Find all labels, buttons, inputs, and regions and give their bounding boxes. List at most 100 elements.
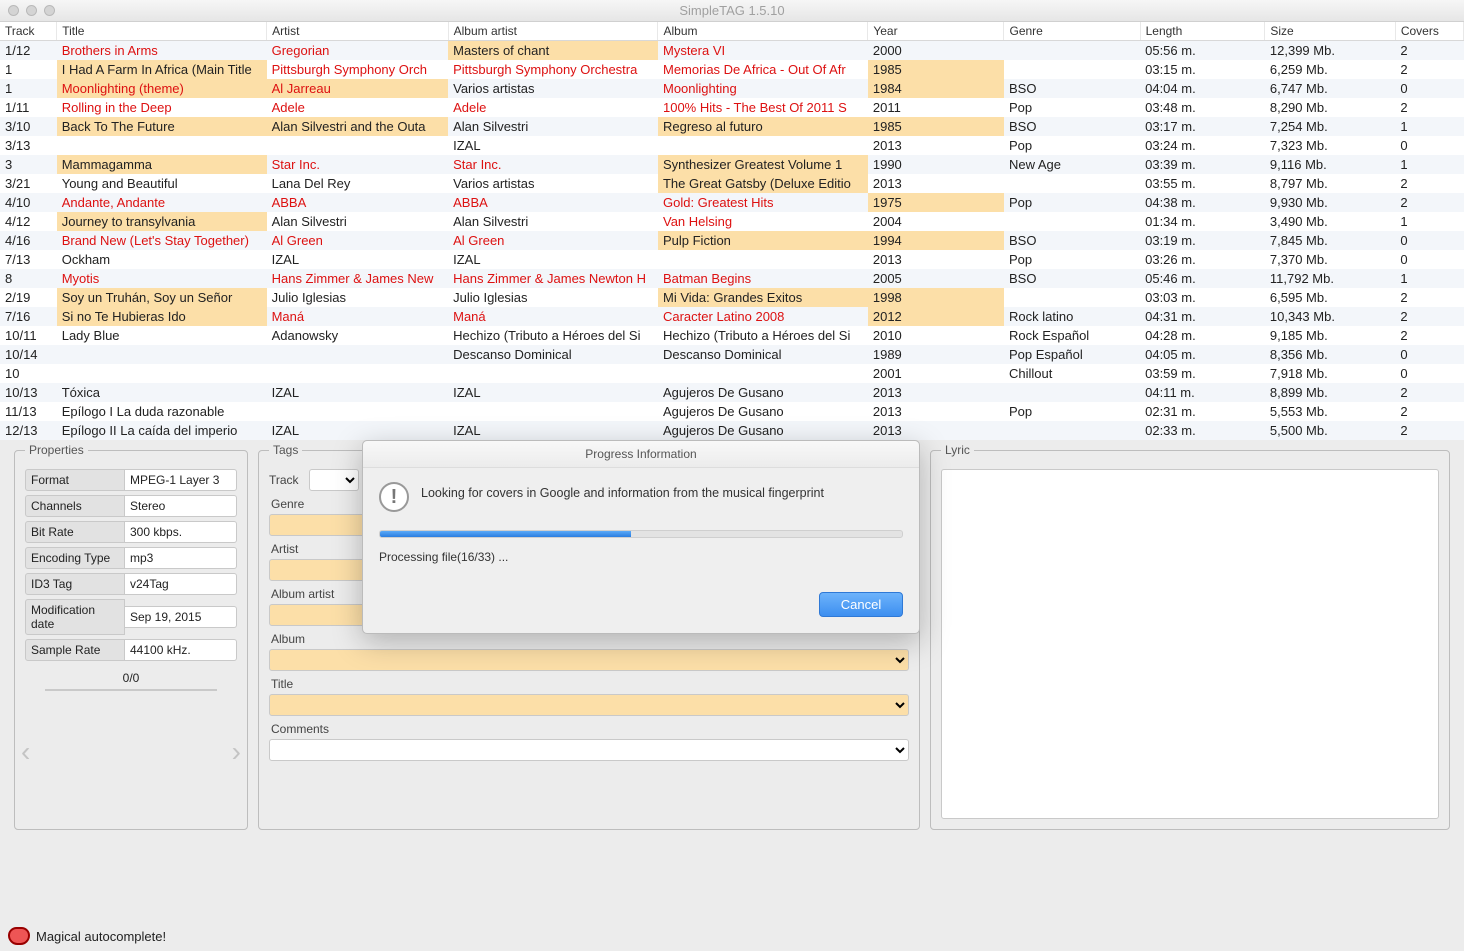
cell-length: 04:05 m. [1140, 345, 1265, 364]
art-next-icon[interactable]: › [232, 736, 241, 768]
column-header[interactable]: Genre [1004, 22, 1140, 41]
property-value: 300 kbps. [125, 521, 237, 543]
cell-covers: 0 [1395, 345, 1463, 364]
table-row[interactable]: 1Moonlighting (theme)Al JarreauVarios ar… [0, 79, 1464, 98]
cell-year: 2005 [868, 269, 1004, 288]
cell-artist [267, 345, 449, 364]
cell-length: 04:31 m. [1140, 307, 1265, 326]
cell-album: Agujeros De Gusano [658, 402, 868, 421]
cell-year: 2013 [868, 250, 1004, 269]
column-header[interactable]: Artist [267, 22, 449, 41]
cell-albumartist: Star Inc. [448, 155, 658, 174]
title-select[interactable] [269, 694, 909, 716]
table-row[interactable]: 10/14Descanso DominicalDescanso Dominica… [0, 345, 1464, 364]
cell-title: Brand New (Let's Stay Together) [57, 231, 267, 250]
cell-artist: Adele [267, 98, 449, 117]
column-header[interactable]: Size [1265, 22, 1395, 41]
art-prev-icon[interactable]: ‹ [21, 736, 30, 768]
property-value: v24Tag [125, 573, 237, 595]
cell-length: 04:28 m. [1140, 326, 1265, 345]
cell-covers: 1 [1395, 212, 1463, 231]
cell-album: Agujeros De Gusano [658, 421, 868, 440]
cell-length: 03:55 m. [1140, 174, 1265, 193]
cell-albumartist: IZAL [448, 250, 658, 269]
cell-artist [267, 402, 449, 421]
column-header[interactable]: Album [658, 22, 868, 41]
lyric-panel: Lyric [930, 450, 1450, 830]
cell-artist: Alan Silvestri and the Outa [267, 117, 449, 136]
cell-length: 05:56 m. [1140, 41, 1265, 61]
table-row[interactable]: 3MammagammaStar Inc.Star Inc.Synthesizer… [0, 155, 1464, 174]
column-header[interactable]: Covers [1395, 22, 1463, 41]
table-row[interactable]: 1/12Brothers in ArmsGregorianMasters of … [0, 41, 1464, 61]
table-row[interactable]: 4/16Brand New (Let's Stay Together)Al Gr… [0, 231, 1464, 250]
cell-length: 04:04 m. [1140, 79, 1265, 98]
property-row: Bit Rate300 kbps. [25, 521, 237, 543]
window-title: SimpleTAG 1.5.10 [0, 3, 1464, 18]
cell-album: Moonlighting [658, 79, 868, 98]
cell-artist [267, 136, 449, 155]
column-header[interactable]: Track [0, 22, 57, 41]
cell-covers: 1 [1395, 155, 1463, 174]
comments-select[interactable] [269, 739, 909, 761]
column-header[interactable]: Title [57, 22, 267, 41]
cell-genre: Rock latino [1004, 307, 1140, 326]
progress-bar-fill [380, 531, 631, 537]
cell-size: 8,290 Mb. [1265, 98, 1395, 117]
table-row[interactable]: 10/11Lady BlueAdanowskyHechizo (Tributo … [0, 326, 1464, 345]
cell-size: 6,747 Mb. [1265, 79, 1395, 98]
cancel-button[interactable]: Cancel [819, 592, 903, 617]
cell-covers: 1 [1395, 117, 1463, 136]
property-label: Sample Rate [25, 639, 125, 661]
cell-length: 02:31 m. [1140, 402, 1265, 421]
column-header[interactable]: Year [868, 22, 1004, 41]
cell-title [57, 345, 267, 364]
table-row[interactable]: 10/13TóxicaIZALIZALAgujeros De Gusano201… [0, 383, 1464, 402]
lyric-box[interactable] [941, 469, 1439, 819]
cell-genre [1004, 60, 1140, 79]
cell-title [57, 364, 267, 383]
table-row[interactable]: 3/10Back To The FutureAlan Silvestri and… [0, 117, 1464, 136]
cell-length: 03:15 m. [1140, 60, 1265, 79]
table-row[interactable]: 8MyotisHans Zimmer & James NewHans Zimme… [0, 269, 1464, 288]
cell-covers: 2 [1395, 402, 1463, 421]
table-row[interactable]: 2/19Soy un Truhán, Soy un SeñorJulio Igl… [0, 288, 1464, 307]
autocomplete-icon [8, 927, 30, 945]
album-select[interactable] [269, 649, 909, 671]
cell-track: 1 [0, 60, 57, 79]
cell-track: 12/13 [0, 421, 57, 440]
table-row[interactable]: 3/13IZAL2013Pop03:24 m.7,323 Mb.0 [0, 136, 1464, 155]
table-row[interactable]: 1I Had A Farm In Africa (Main TitlePitts… [0, 60, 1464, 79]
table-row[interactable]: 4/12Journey to transylvaniaAlan Silvestr… [0, 212, 1464, 231]
track-table[interactable]: TrackTitleArtistAlbum artistAlbumYearGen… [0, 22, 1464, 440]
cell-albumartist: Maná [448, 307, 658, 326]
table-row[interactable]: 7/13OckhamIZALIZAL2013Pop03:26 m.7,370 M… [0, 250, 1464, 269]
table-row[interactable]: 102001Chillout03:59 m.7,918 Mb.0 [0, 364, 1464, 383]
album-label: Album [271, 632, 909, 646]
cell-track: 7/16 [0, 307, 57, 326]
cell-track: 10/14 [0, 345, 57, 364]
cell-title [57, 136, 267, 155]
cell-covers: 2 [1395, 307, 1463, 326]
table-row[interactable]: 3/21Young and BeautifulLana Del ReyVario… [0, 174, 1464, 193]
cell-covers: 2 [1395, 41, 1463, 61]
column-header[interactable]: Length [1140, 22, 1265, 41]
table-row[interactable]: 7/16Si no Te Hubieras IdoManáManáCaracte… [0, 307, 1464, 326]
cell-length: 03:19 m. [1140, 231, 1265, 250]
table-row[interactable]: 4/10Andante, AndanteABBAABBAGold: Greate… [0, 193, 1464, 212]
column-header[interactable]: Album artist [448, 22, 658, 41]
cell-artist: IZAL [267, 383, 449, 402]
progress-dialog: Progress Information ! Looking for cover… [362, 440, 920, 634]
table-row[interactable]: 12/13Epílogo II La caída del imperioIZAL… [0, 421, 1464, 440]
progress-bar-track [379, 530, 903, 538]
cell-genre: BSO [1004, 117, 1140, 136]
art-count: 0/0 [25, 671, 237, 685]
cell-genre [1004, 212, 1140, 231]
cell-album: Mi Vida: Grandes Exitos [658, 288, 868, 307]
table-row[interactable]: 1/11Rolling in the DeepAdeleAdele100% Hi… [0, 98, 1464, 117]
table-row[interactable]: 11/13Epílogo I La duda razonableAgujeros… [0, 402, 1464, 421]
cell-genre: BSO [1004, 79, 1140, 98]
cell-length: 04:38 m. [1140, 193, 1265, 212]
track-num-select[interactable] [309, 469, 359, 491]
cell-artist: Al Jarreau [267, 79, 449, 98]
